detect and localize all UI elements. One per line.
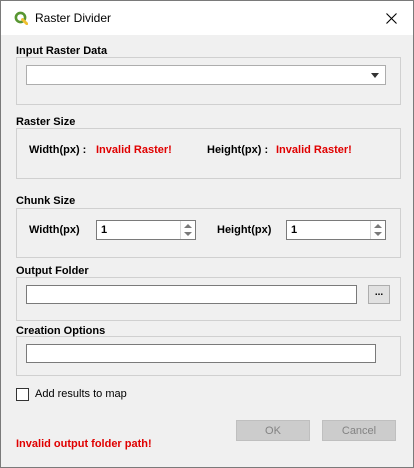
creation-options-input[interactable] (26, 344, 376, 363)
add-results-label[interactable]: Add results to map (35, 388, 127, 400)
input-raster-combobox[interactable] (26, 65, 386, 85)
raster-width-label: Width(px) : (29, 144, 87, 156)
input-raster-label: Input Raster Data (16, 45, 108, 57)
qgis-icon (14, 11, 28, 25)
stepper-down-icon[interactable] (184, 232, 192, 236)
stepper-up-icon[interactable] (184, 224, 192, 228)
creation-options-label: Creation Options (16, 325, 106, 337)
browse-folder-button[interactable]: ... (368, 285, 390, 304)
output-folder-input[interactable] (26, 285, 357, 304)
window-title: Raster Divider (35, 11, 112, 25)
raster-divider-dialog: Raster Divider Input Raster Data Raster … (0, 0, 414, 468)
title-bar: Raster Divider (1, 1, 413, 35)
chunk-height-label: Height(px) (217, 224, 272, 236)
raster-width-value: Invalid Raster! (96, 144, 172, 156)
close-button[interactable] (369, 1, 413, 35)
chevron-down-icon (371, 73, 379, 78)
chunk-width-stepper[interactable] (180, 221, 195, 239)
chunk-height-value: 1 (291, 224, 298, 236)
stepper-down-icon[interactable] (374, 232, 382, 236)
chunk-width-spinbox[interactable]: 1 (96, 220, 196, 240)
raster-height-value: Invalid Raster! (276, 144, 352, 156)
ok-button[interactable]: OK (236, 420, 310, 441)
chunk-size-label: Chunk Size (16, 195, 76, 207)
add-results-checkbox[interactable] (16, 388, 29, 401)
error-message: Invalid output folder path! (16, 438, 152, 450)
chunk-width-label: Width(px) (29, 224, 80, 236)
cancel-button[interactable]: Cancel (322, 420, 396, 441)
output-folder-label: Output Folder (16, 265, 89, 277)
raster-size-label: Raster Size (16, 116, 76, 128)
chunk-width-value: 1 (101, 224, 108, 236)
raster-height-label: Height(px) : (207, 144, 269, 156)
stepper-up-icon[interactable] (374, 224, 382, 228)
close-icon (385, 12, 397, 24)
chunk-height-stepper[interactable] (370, 221, 385, 239)
chunk-height-spinbox[interactable]: 1 (286, 220, 386, 240)
